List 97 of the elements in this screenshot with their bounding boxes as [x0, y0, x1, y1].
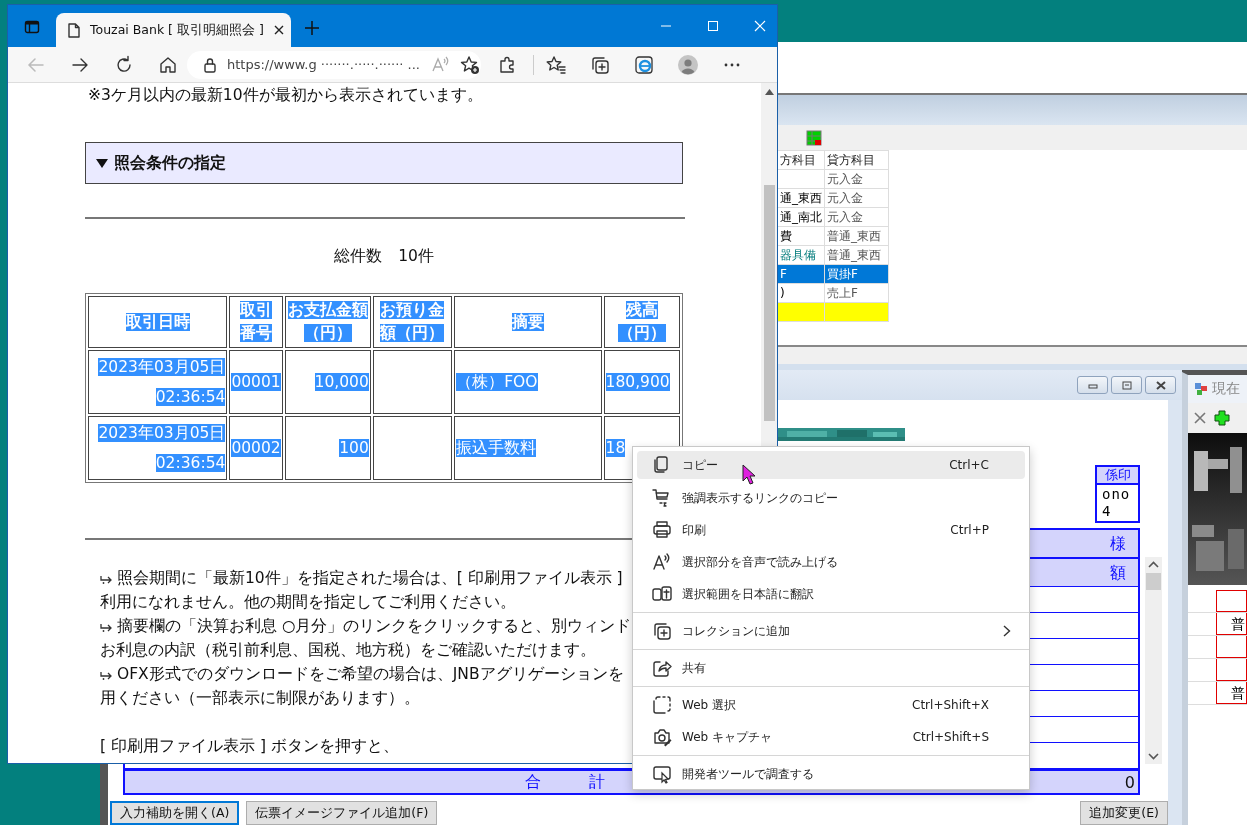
menu-item[interactable]: 開発者ツールで調査する	[637, 758, 1025, 790]
translate-icon	[652, 584, 672, 604]
column-header: 残高（円）	[603, 296, 680, 348]
form-button[interactable]: 追加変更(E)	[1080, 801, 1168, 825]
note-text: お利息の内訳（税引前利息、国税、地方税）をご確認いただけます。	[100, 640, 596, 661]
column-header: 取引日時	[88, 296, 228, 348]
table-cell: 00002	[229, 416, 283, 480]
menu-item[interactable]: 印刷 Ctrl+P	[637, 514, 1025, 546]
table-cell: 普通_東西	[824, 245, 889, 265]
add-favorite-icon[interactable]	[460, 54, 480, 75]
table-cell: 普	[1216, 613, 1247, 635]
print-icon	[652, 520, 672, 540]
stamp-value: ono4	[1101, 485, 1132, 521]
table-cell: 普通_東西	[824, 226, 889, 246]
web-capture-icon	[652, 727, 672, 747]
column-header: お預り金額（円）	[372, 296, 453, 348]
note-text: 摘要欄の「決算お利息 ○月分」のリンクをクリックすると、別ウィンド	[117, 616, 632, 637]
collections-icon[interactable]	[590, 54, 610, 75]
browser-icon[interactable]	[634, 54, 654, 75]
devtools-icon	[652, 764, 672, 784]
table-cell	[1216, 636, 1247, 658]
grid-icon[interactable]	[806, 129, 822, 146]
page-icon	[68, 22, 80, 38]
table-cell: 180,900	[603, 350, 680, 414]
table-cell	[1216, 590, 1247, 612]
browser-tab[interactable]: Touzai Bank [ 取引明細照会 ]	[56, 13, 291, 47]
total-count: 総件数 10件	[333, 246, 435, 266]
table-cell: 振込手数料	[454, 416, 602, 480]
close-icon[interactable]	[273, 25, 284, 35]
home-icon[interactable]	[158, 54, 178, 75]
column-header: 取引番号	[229, 296, 283, 348]
refresh-icon[interactable]	[114, 54, 134, 75]
table-cell	[1216, 659, 1247, 681]
favorites-icon[interactable]	[546, 54, 566, 75]
scroll-down-icon[interactable]	[1148, 753, 1159, 760]
minimize-button[interactable]	[1077, 376, 1108, 394]
lock-icon	[203, 56, 217, 73]
scrollbar[interactable]	[1145, 557, 1162, 764]
table-cell: 2023年03月05日 02:36:54	[88, 350, 228, 414]
address-field[interactable]: https://www.g ·······.·····.······ ...	[187, 50, 481, 79]
note-text: [ 印刷用ファイル表示 ] ボタンを押すと、	[100, 736, 399, 757]
total-value: 0	[1124, 772, 1136, 792]
profile-icon[interactable]	[678, 54, 698, 75]
scroll-up-icon[interactable]	[1148, 561, 1159, 568]
menu-item[interactable]: 強調表示するリンクのコピー	[637, 482, 1025, 514]
table-cell: 00001	[229, 350, 283, 414]
form-button[interactable]: 伝票イメージファイル追加(F)	[246, 801, 438, 825]
column-header: お支払金額（円）	[284, 296, 371, 348]
arrow-bullet-icon	[100, 622, 113, 632]
keyboard-shortcut: Ctrl+Shift+X	[912, 698, 989, 712]
maximize-icon[interactable]	[707, 20, 719, 32]
scroll-thumb[interactable]	[1146, 573, 1161, 590]
menu-item[interactable]: Web 選択 Ctrl+Shift+X	[637, 689, 1025, 721]
notice-text: ※3ケ月以内の最新10件が最初から表示されています。	[87, 85, 484, 105]
share-icon	[652, 658, 672, 678]
keyboard-shortcut: Ctrl+C	[949, 458, 989, 472]
keyboard-shortcut: Ctrl+P	[950, 523, 989, 537]
tab-actions-icon[interactable]	[24, 19, 40, 35]
note-text: 利用になれません。他の期間を指定してご利用ください。	[100, 592, 516, 613]
web-select-icon	[652, 695, 672, 715]
cart-link-icon	[652, 488, 672, 508]
note-text: OFX形式でのダウンロードをご希望の場合は、JNBアグリゲーションを	[117, 664, 624, 685]
stamp-label: 係印	[1097, 467, 1138, 485]
menu-item[interactable]: 共有	[637, 652, 1025, 684]
table-cell: 普	[1216, 682, 1247, 704]
read-aloud-icon	[652, 552, 672, 572]
scroll-thumb[interactable]	[763, 185, 775, 421]
column-header: 摘要	[454, 296, 602, 348]
scroll-up-icon[interactable]	[764, 89, 774, 95]
column-header: 貸方科目	[824, 150, 889, 170]
form-button[interactable]: 入力補助を開く(A)	[110, 801, 240, 825]
conditions-header[interactable]: 照会条件の指定	[85, 142, 683, 184]
note-text: 用ください（一部表示に制限があります）。	[100, 688, 420, 709]
arrow-bullet-icon	[100, 670, 113, 680]
plus-icon[interactable]	[1214, 410, 1230, 426]
table-cell: （株）FOO	[454, 350, 602, 414]
app-icon	[1194, 382, 1208, 396]
arrow-bullet-icon	[100, 574, 113, 584]
table-cell: 2023年03月05日 02:36:54	[88, 416, 228, 480]
table-cell: 元入金	[824, 188, 889, 208]
table-cell: 元入金	[824, 207, 889, 227]
menu-item[interactable]: Web キャプチャ Ctrl+Shift+S	[637, 721, 1025, 753]
mouse-cursor-icon	[742, 464, 756, 486]
menu-item[interactable]: コピー Ctrl+C	[637, 451, 1025, 479]
keyboard-shortcut: Ctrl+Shift+S	[912, 730, 989, 744]
menu-item[interactable]: コレクションに追加	[637, 615, 1025, 647]
table-cell: 売上F	[824, 283, 889, 303]
window-title: 現在	[1212, 380, 1240, 398]
collections-icon	[652, 621, 672, 641]
new-tab-icon[interactable]	[305, 21, 319, 35]
extensions-icon[interactable]	[497, 54, 517, 75]
table-cell: 10,000	[284, 350, 371, 414]
total-label: 合 計	[524, 771, 605, 793]
table-cell: 100	[284, 416, 371, 480]
close-button[interactable]	[1145, 376, 1176, 394]
chevron-right-icon	[1003, 625, 1011, 637]
table-cell: 元入金	[824, 169, 889, 189]
